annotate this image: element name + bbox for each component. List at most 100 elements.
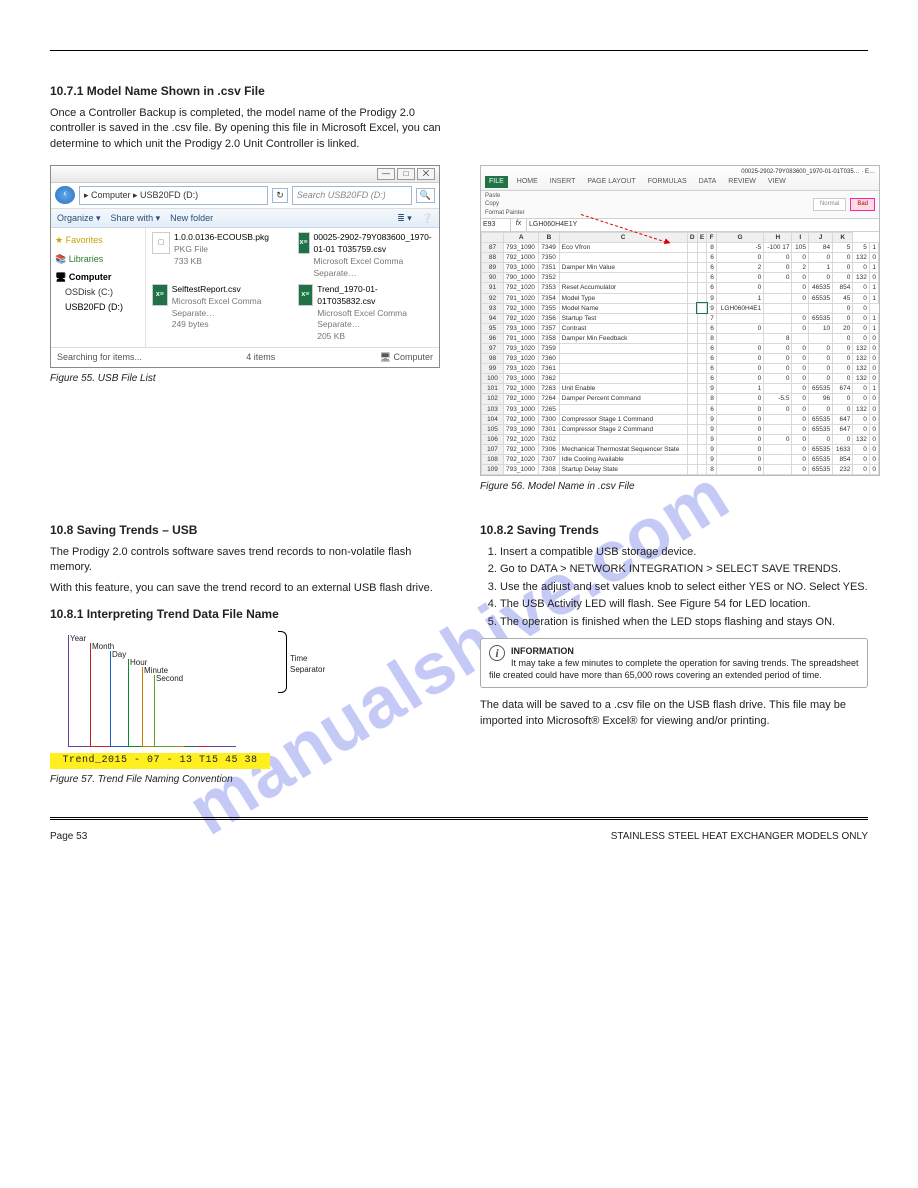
cell[interactable]: 0 [833, 364, 853, 374]
cell[interactable]: 0 [764, 404, 792, 414]
cell[interactable] [716, 333, 763, 343]
cell[interactable] [687, 323, 697, 333]
nav-favorites[interactable]: ★ Favorites [55, 234, 141, 247]
cell[interactable]: 91 [482, 283, 504, 293]
table-row[interactable]: 94792_10207356Startup Test7065535001 [482, 313, 879, 323]
table-row[interactable]: 100793_100073626000001320 [482, 374, 879, 384]
cell[interactable]: 84 [809, 243, 833, 253]
cell[interactable]: 0 [869, 343, 878, 353]
cell[interactable]: 9 [707, 455, 716, 465]
cell[interactable] [764, 424, 792, 434]
cell[interactable]: 2 [792, 263, 809, 273]
cell[interactable] [764, 444, 792, 454]
cell[interactable]: 8 [707, 394, 716, 404]
cell[interactable] [764, 283, 792, 293]
cell[interactable]: 101 [482, 384, 504, 394]
cell[interactable] [764, 303, 792, 313]
cell[interactable]: 793_1000 [504, 263, 539, 273]
cell[interactable]: 7300 [539, 414, 559, 424]
cell[interactable] [764, 414, 792, 424]
cell[interactable]: 0 [833, 343, 853, 353]
cell[interactable]: 5 [833, 243, 853, 253]
cell[interactable] [687, 273, 697, 283]
table-row[interactable]: 95793_10007357Contrast600102001 [482, 323, 879, 333]
table-row[interactable]: 98793_102073606000001320 [482, 354, 879, 364]
cell[interactable]: 1 [869, 263, 878, 273]
cell[interactable]: 7302 [539, 434, 559, 444]
organize-menu[interactable]: Organize ▾ [57, 212, 101, 225]
cell[interactable]: 0 [716, 323, 763, 333]
nav-libraries[interactable]: 📚 Libraries [55, 253, 141, 266]
cell[interactable] [697, 374, 707, 384]
cell[interactable]: 8 [764, 333, 792, 343]
column-header[interactable]: A [504, 232, 539, 242]
formula-value[interactable]: LGH060H4E1Y [527, 219, 879, 231]
cell[interactable]: 0 [833, 273, 853, 283]
cell[interactable]: 791_1020 [504, 293, 539, 303]
column-header[interactable]: H [764, 232, 792, 242]
cell[interactable]: 0 [853, 313, 870, 323]
cell[interactable]: 65535 [809, 384, 833, 394]
cell[interactable]: 793_1000 [504, 374, 539, 384]
cell[interactable]: 0 [833, 253, 853, 263]
style-bad[interactable]: Bad [850, 198, 875, 210]
cell[interactable]: 0 [792, 394, 809, 404]
cell[interactable]: 0 [809, 374, 833, 384]
cell[interactable]: 65535 [809, 444, 833, 454]
cell[interactable]: 1 [869, 323, 878, 333]
cell[interactable]: 0 [869, 424, 878, 434]
column-header[interactable]: E [697, 232, 707, 242]
table-row[interactable]: 97793_102073596000001320 [482, 343, 879, 353]
cell[interactable]: 0 [809, 434, 833, 444]
cell[interactable]: 9 [707, 384, 716, 394]
cell[interactable]: 0 [716, 364, 763, 374]
table-row[interactable]: 103793_100072656000001320 [482, 404, 879, 414]
cell[interactable]: 792_1020 [504, 313, 539, 323]
list-item[interactable]: x≡ 00025-2902-79Y083600_1970-01-01 T0357… [298, 232, 434, 280]
cell[interactable]: 103 [482, 404, 504, 414]
tab-file[interactable]: FILE [485, 176, 508, 188]
cell[interactable] [687, 404, 697, 414]
paste-button[interactable]: Paste [485, 192, 525, 200]
cell[interactable]: 0 [853, 444, 870, 454]
cell[interactable] [687, 354, 697, 364]
refresh-icon[interactable]: ↻ [272, 188, 288, 203]
cell[interactable]: -100 17 [764, 243, 792, 253]
cell[interactable] [697, 333, 707, 343]
cell[interactable] [697, 263, 707, 273]
cell[interactable]: 8 [707, 333, 716, 343]
cell[interactable]: 0 [716, 414, 763, 424]
column-header[interactable]: J [809, 232, 833, 242]
cell[interactable]: Compressor Stage 2 Command [559, 424, 687, 434]
cell[interactable]: 0 [853, 323, 870, 333]
table-row[interactable]: 91792_10207353Reset Accumulator600465358… [482, 283, 879, 293]
table-row[interactable]: 104792_10007300Compressor Stage 1 Comman… [482, 414, 879, 424]
nav-osdisk[interactable]: OSDisk (C:) [65, 286, 141, 299]
cell[interactable]: 5 [853, 243, 870, 253]
cell[interactable]: 0 [833, 333, 853, 343]
copy-button[interactable]: Copy [485, 200, 525, 208]
cell[interactable]: 132 [853, 253, 870, 263]
cell[interactable] [559, 354, 687, 364]
cell[interactable]: 6 [707, 263, 716, 273]
cell[interactable]: 0 [716, 434, 763, 444]
cell[interactable]: Unit Enable [559, 384, 687, 394]
cell[interactable]: 9 [707, 444, 716, 454]
cell[interactable]: 0 [792, 253, 809, 263]
cell[interactable]: 0 [853, 263, 870, 273]
cell[interactable]: 0 [792, 465, 809, 475]
cell[interactable]: 7265 [539, 404, 559, 414]
cell[interactable]: 7355 [539, 303, 559, 313]
fx-icon[interactable]: fx [511, 219, 527, 231]
cell[interactable]: 88 [482, 253, 504, 263]
cell[interactable]: 93 [482, 303, 504, 313]
cell[interactable]: 0 [764, 343, 792, 353]
cell[interactable]: 6 [707, 283, 716, 293]
cell[interactable]: 6 [707, 374, 716, 384]
cell[interactable]: 2 [716, 263, 763, 273]
cell[interactable]: 7358 [539, 333, 559, 343]
cell[interactable]: 0 [853, 333, 870, 343]
cell[interactable]: -5 [716, 243, 763, 253]
cell[interactable] [697, 384, 707, 394]
cell[interactable]: 8 [707, 243, 716, 253]
